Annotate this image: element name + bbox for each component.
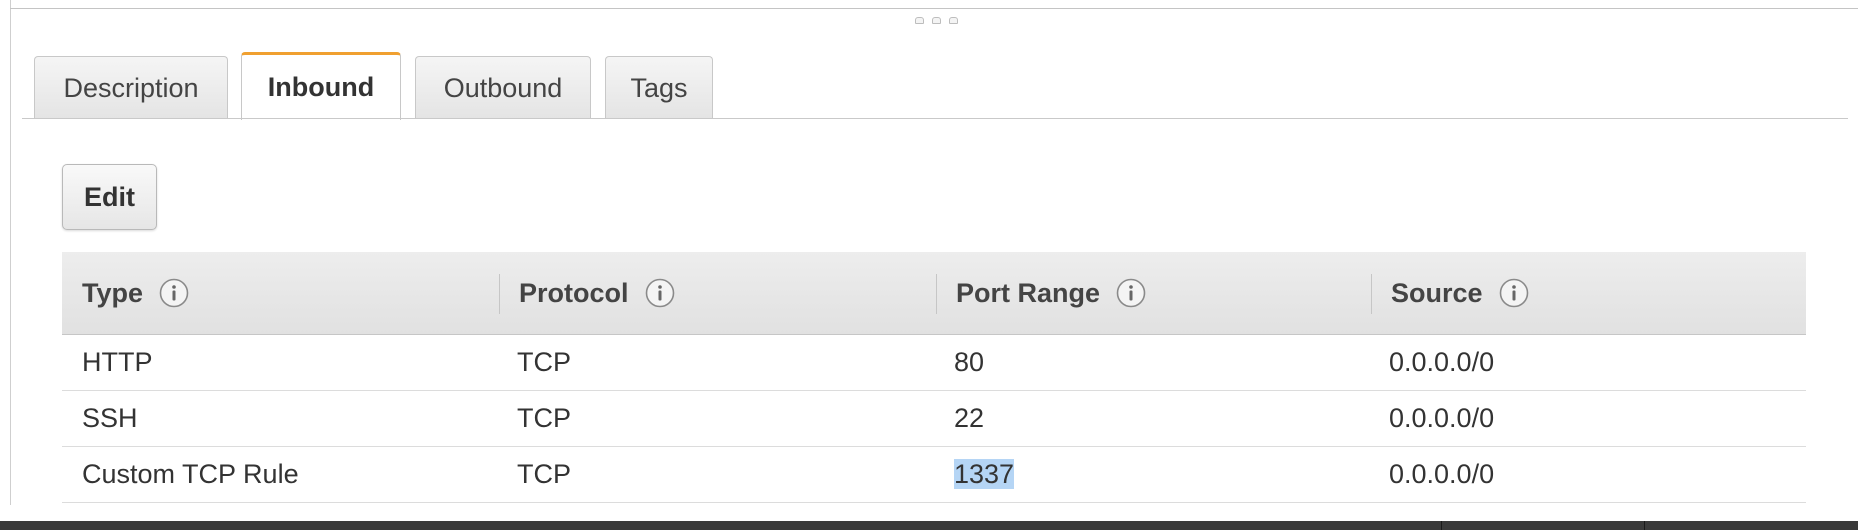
column-separator xyxy=(1371,274,1372,314)
tab-description[interactable]: Description xyxy=(34,56,228,119)
edit-button[interactable]: Edit xyxy=(62,164,157,230)
column-header-type[interactable]: Type xyxy=(62,252,499,334)
cell-port-range: 22 xyxy=(954,403,985,433)
column-header-protocol[interactable]: Protocol xyxy=(499,252,936,334)
cell-port-range: 80 xyxy=(954,347,985,377)
tab-tags[interactable]: Tags xyxy=(605,56,713,119)
bottom-status-bar xyxy=(0,521,1858,530)
tab-inbound[interactable]: Inbound xyxy=(241,52,401,120)
cell-port-range: 1337 xyxy=(936,459,1371,490)
cell-source: 0.0.0.0/0 xyxy=(1389,403,1495,433)
column-separator xyxy=(499,274,500,314)
tab-label: Inbound xyxy=(267,72,375,102)
column-header-source[interactable]: Source xyxy=(1371,252,1806,334)
tab-label: Tags xyxy=(630,72,688,103)
drag-dot xyxy=(914,16,924,24)
info-icon[interactable] xyxy=(1116,278,1146,308)
panel-left-border xyxy=(10,0,11,505)
column-header-label: Source xyxy=(1391,277,1483,308)
table-header: Type Protocol Port Range Source xyxy=(62,252,1806,335)
cell-source: 0.0.0.0/0 xyxy=(1389,459,1495,489)
panel-top-border xyxy=(10,8,1858,9)
status-bar-divider xyxy=(1441,521,1442,530)
status-bar-divider xyxy=(1644,521,1645,530)
cell-type: Custom TCP Rule xyxy=(82,459,299,489)
tabs-baseline xyxy=(22,118,1848,119)
drag-handle-icon[interactable] xyxy=(908,15,964,25)
column-header-label: Type xyxy=(82,277,144,308)
cell-source: 0.0.0.0/0 xyxy=(1389,347,1495,377)
cell-protocol: TCP xyxy=(517,459,571,489)
inbound-rules-table: Type Protocol Port Range Source HTTP TCP… xyxy=(62,252,1806,503)
column-header-label: Port Range xyxy=(956,277,1101,308)
table-row[interactable]: SSH TCP 22 0.0.0.0/0 xyxy=(62,391,1806,447)
info-icon[interactable] xyxy=(1499,278,1529,308)
table-row[interactable]: HTTP TCP 80 0.0.0.0/0 xyxy=(62,335,1806,391)
cell-type: SSH xyxy=(82,403,138,433)
info-icon[interactable] xyxy=(159,278,189,308)
cell-protocol: TCP xyxy=(517,347,571,377)
tab-label: Description xyxy=(63,72,199,103)
selected-text[interactable]: 1337 xyxy=(954,459,1015,489)
table-row[interactable]: Custom TCP Rule TCP 1337 0.0.0.0/0 xyxy=(62,447,1806,503)
column-separator xyxy=(936,274,937,314)
cell-type: HTTP xyxy=(82,347,153,377)
column-header-label: Protocol xyxy=(519,277,629,308)
info-icon[interactable] xyxy=(645,278,675,308)
drag-dot xyxy=(948,16,958,24)
tab-label: Outbound xyxy=(443,72,563,103)
column-header-port-range[interactable]: Port Range xyxy=(936,252,1371,334)
drag-dot xyxy=(931,16,941,24)
cell-protocol: TCP xyxy=(517,403,571,433)
security-group-panel: Description Inbound Outbound Tags Edit T… xyxy=(0,0,1858,530)
tab-outbound[interactable]: Outbound xyxy=(415,56,591,119)
